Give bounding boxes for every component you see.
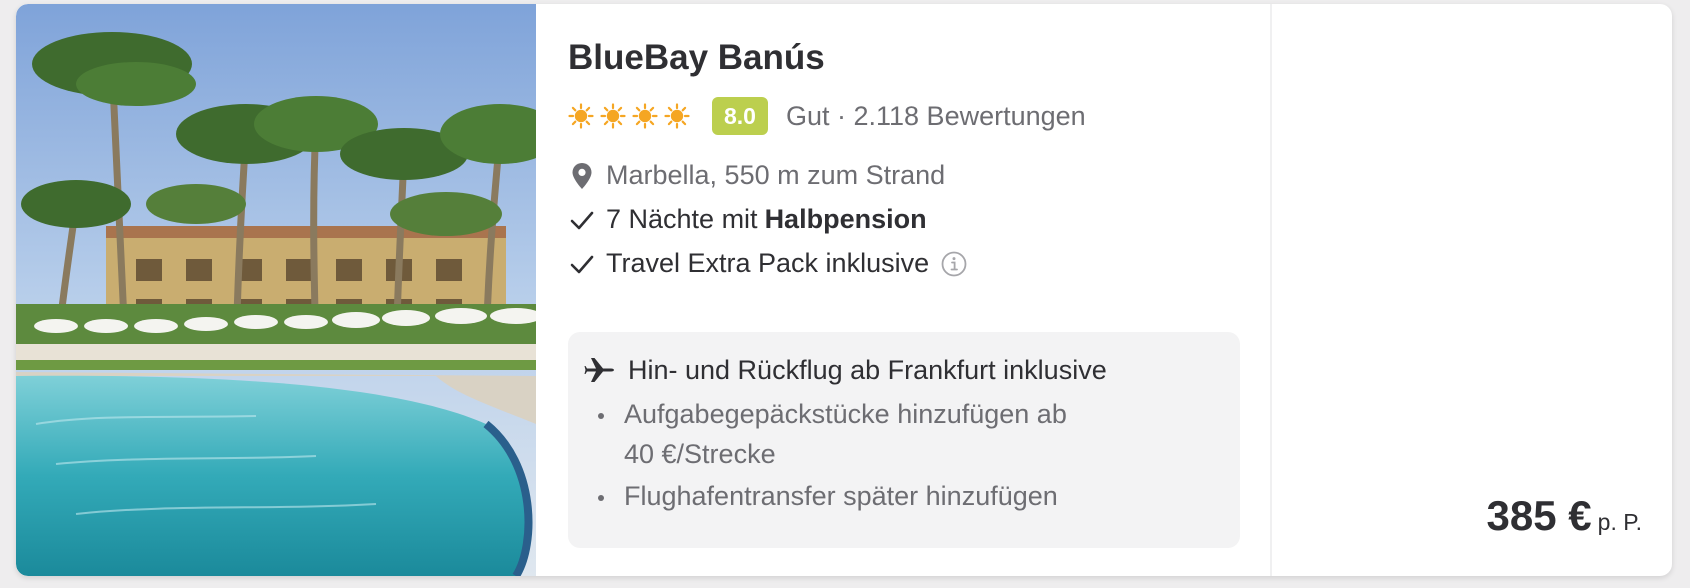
rating-row: 8.0 Gut · 2.118 Bewertungen (568, 96, 1086, 136)
location-pin-icon (572, 162, 592, 189)
check-icon (570, 211, 594, 229)
price-amount: 385 € (1486, 492, 1592, 539)
hotel-photo[interactable] (16, 4, 536, 576)
extra-pack-feature: Travel Extra Pack inklusive (568, 248, 968, 279)
location-text: Marbella, 550 m zum Strand (606, 160, 946, 190)
flight-info-box: Hin- und Rückflug ab Frankfurt inklusive… (568, 332, 1240, 548)
price-block[interactable]: 385 € p. P. (1487, 492, 1642, 540)
rating-score-badge: 8.0 (712, 97, 768, 135)
hotel-info: BlueBay Banús 8.0 Gut · 2.118 Bewertunge… (568, 4, 1248, 576)
rating-reviews-link[interactable]: Gut · 2.118 Bewertungen (786, 101, 1086, 132)
flight-headline-row: Hin- und Rückflug ab Frankfurt inklusive (584, 354, 1107, 386)
info-icon[interactable] (940, 250, 968, 278)
baggage-line-1: Aufgabegepäckstücke hinzufügen ab (624, 399, 1067, 429)
board-type: Halbpension (764, 204, 927, 234)
hotel-name[interactable]: BlueBay Banús (568, 38, 825, 78)
location-row: Marbella, 550 m zum Strand (568, 160, 945, 191)
airplane-icon (584, 358, 614, 382)
star-rating (568, 103, 690, 129)
flight-headline: Hin- und Rückflug ab Frankfurt inklusive (628, 354, 1107, 385)
nights-text: 7 Nächte mit (606, 204, 758, 234)
sun-icon (632, 103, 658, 129)
sun-icon (664, 103, 690, 129)
hotel-photo-image (16, 4, 536, 576)
transfer-option[interactable]: Flughafentransfer später hinzufügen (624, 476, 1094, 516)
check-icon (570, 255, 594, 273)
board-feature: 7 Nächte mit Halbpension (568, 204, 927, 235)
sun-icon (568, 103, 594, 129)
extra-pack-text: Travel Extra Pack inklusive (606, 248, 930, 278)
bullet-dot (598, 495, 604, 501)
price-unit: p. P. (1597, 509, 1642, 535)
baggage-option[interactable]: Aufgabegepäckstücke hinzufügen ab 40 €/S… (624, 394, 1094, 474)
bullet-dot (598, 413, 604, 419)
hotel-card[interactable]: BlueBay Banús 8.0 Gut · 2.118 Bewertunge… (16, 4, 1672, 576)
baggage-line-2: 40 €/Strecke (624, 439, 776, 469)
sun-icon (600, 103, 626, 129)
column-divider (1270, 4, 1272, 576)
